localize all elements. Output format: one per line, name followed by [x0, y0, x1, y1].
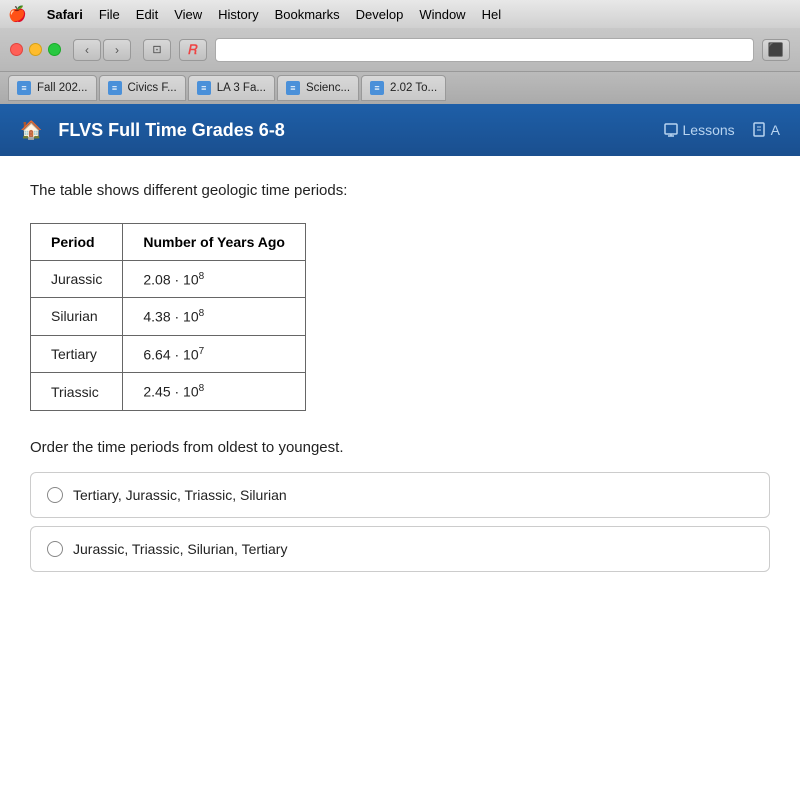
tab-label-202to: 2.02 To...	[390, 82, 437, 94]
years-jurassic: 2.08 · 108	[123, 260, 306, 298]
mac-background: 🍎 Safari File Edit View History Bookmark…	[0, 0, 800, 800]
menu-bar: 🍎 Safari File Edit View History Bookmark…	[0, 0, 800, 28]
menu-item-bookmarks[interactable]: Bookmarks	[275, 7, 340, 22]
tab-icon-202to	[370, 81, 384, 95]
lessons-label: Lessons	[683, 122, 735, 138]
close-button[interactable]	[10, 43, 23, 56]
assignments-icon	[751, 122, 767, 138]
forward-button[interactable]: ›	[103, 39, 131, 61]
geologic-table: Period Number of Years Ago Jurassic 2.08…	[30, 223, 306, 412]
assignments-nav-item[interactable]: A	[751, 122, 780, 138]
years-silurian: 4.38 · 108	[123, 298, 306, 336]
tab-label-fall202: Fall 202...	[37, 82, 88, 94]
address-bar[interactable]	[215, 38, 754, 62]
answer-option-2[interactable]: Jurassic, Triassic, Silurian, Tertiary	[30, 526, 770, 572]
flvs-title: FLVS Full Time Grades 6-8	[58, 120, 646, 141]
tab-label-civicsf: Civics F...	[128, 82, 177, 94]
menu-item-develop[interactable]: Develop	[356, 7, 404, 22]
menu-item-edit[interactable]: Edit	[136, 7, 158, 22]
tab-la3fa[interactable]: LA 3 Fa...	[188, 75, 275, 101]
period-triassic: Triassic	[31, 373, 123, 411]
table-header-row: Period Number of Years Ago	[31, 223, 306, 260]
share-button[interactable]: ⬛	[762, 39, 790, 61]
answer-option-1[interactable]: Tertiary, Jurassic, Triassic, Silurian	[30, 472, 770, 518]
table-row: Triassic 2.45 · 108	[31, 373, 306, 411]
flvs-header: 🏠 FLVS Full Time Grades 6-8 Lessons A	[0, 104, 800, 156]
reader-icon-label: 𝑅	[188, 42, 197, 58]
lessons-icon	[663, 122, 679, 138]
assignments-label: A	[771, 122, 780, 138]
tab-label-la3fa: LA 3 Fa...	[217, 82, 266, 94]
tab-icon-fall202	[17, 81, 31, 95]
content-area: The table shows different geologic time …	[0, 156, 800, 800]
menu-item-safari[interactable]: Safari	[47, 7, 83, 22]
period-silurian: Silurian	[31, 298, 123, 336]
menu-item-window[interactable]: Window	[419, 7, 465, 22]
back-button[interactable]: ‹	[73, 39, 101, 61]
tab-civicsf[interactable]: Civics F...	[99, 75, 186, 101]
tab-icon-scienc	[286, 81, 300, 95]
table-row: Tertiary 6.64 · 107	[31, 335, 306, 373]
years-triassic: 2.45 · 108	[123, 373, 306, 411]
years-tertiary: 6.64 · 107	[123, 335, 306, 373]
minimize-button[interactable]	[29, 43, 42, 56]
menu-item-help[interactable]: Hel	[482, 7, 502, 22]
order-question: Order the time periods from oldest to yo…	[30, 439, 770, 456]
tabs-bar: Fall 202... Civics F... LA 3 Fa... Scien…	[0, 72, 800, 104]
traffic-lights	[10, 43, 61, 56]
menu-item-view[interactable]: View	[174, 7, 202, 22]
tab-label-scienc: Scienc...	[306, 82, 350, 94]
home-icon: 🏠	[20, 120, 42, 141]
share-icon-label: ⬛	[768, 42, 784, 58]
toolbar: ‹ › ⊡ 𝑅 ⬛	[0, 28, 800, 72]
apple-logo-icon[interactable]: 🍎	[8, 5, 27, 23]
tab-202to[interactable]: 2.02 To...	[361, 75, 446, 101]
sidebar-icon: ⊡	[152, 43, 161, 56]
period-jurassic: Jurassic	[31, 260, 123, 298]
table-row: Silurian 4.38 · 108	[31, 298, 306, 336]
menu-item-file[interactable]: File	[99, 7, 120, 22]
table-row: Jurassic 2.08 · 108	[31, 260, 306, 298]
menu-item-history[interactable]: History	[218, 7, 258, 22]
reader-mode-button[interactable]: 𝑅	[179, 39, 207, 61]
period-tertiary: Tertiary	[31, 335, 123, 373]
tab-fall202[interactable]: Fall 202...	[8, 75, 97, 101]
answer-label-2: Jurassic, Triassic, Silurian, Tertiary	[73, 541, 287, 557]
col-period-header: Period	[31, 223, 123, 260]
tab-icon-la3fa	[197, 81, 211, 95]
lessons-nav-item[interactable]: Lessons	[663, 122, 735, 138]
intro-text: The table shows different geologic time …	[30, 180, 770, 203]
back-icon: ‹	[85, 43, 89, 57]
answer-label-1: Tertiary, Jurassic, Triassic, Silurian	[73, 487, 287, 503]
nav-buttons: ‹ ›	[73, 39, 131, 61]
radio-button-2[interactable]	[47, 541, 63, 557]
radio-button-1[interactable]	[47, 487, 63, 503]
col-years-header: Number of Years Ago	[123, 223, 306, 260]
tab-icon-civicsf	[108, 81, 122, 95]
maximize-button[interactable]	[48, 43, 61, 56]
tab-scienc[interactable]: Scienc...	[277, 75, 359, 101]
sidebar-toggle-button[interactable]: ⊡	[143, 39, 171, 61]
forward-icon: ›	[115, 43, 119, 57]
